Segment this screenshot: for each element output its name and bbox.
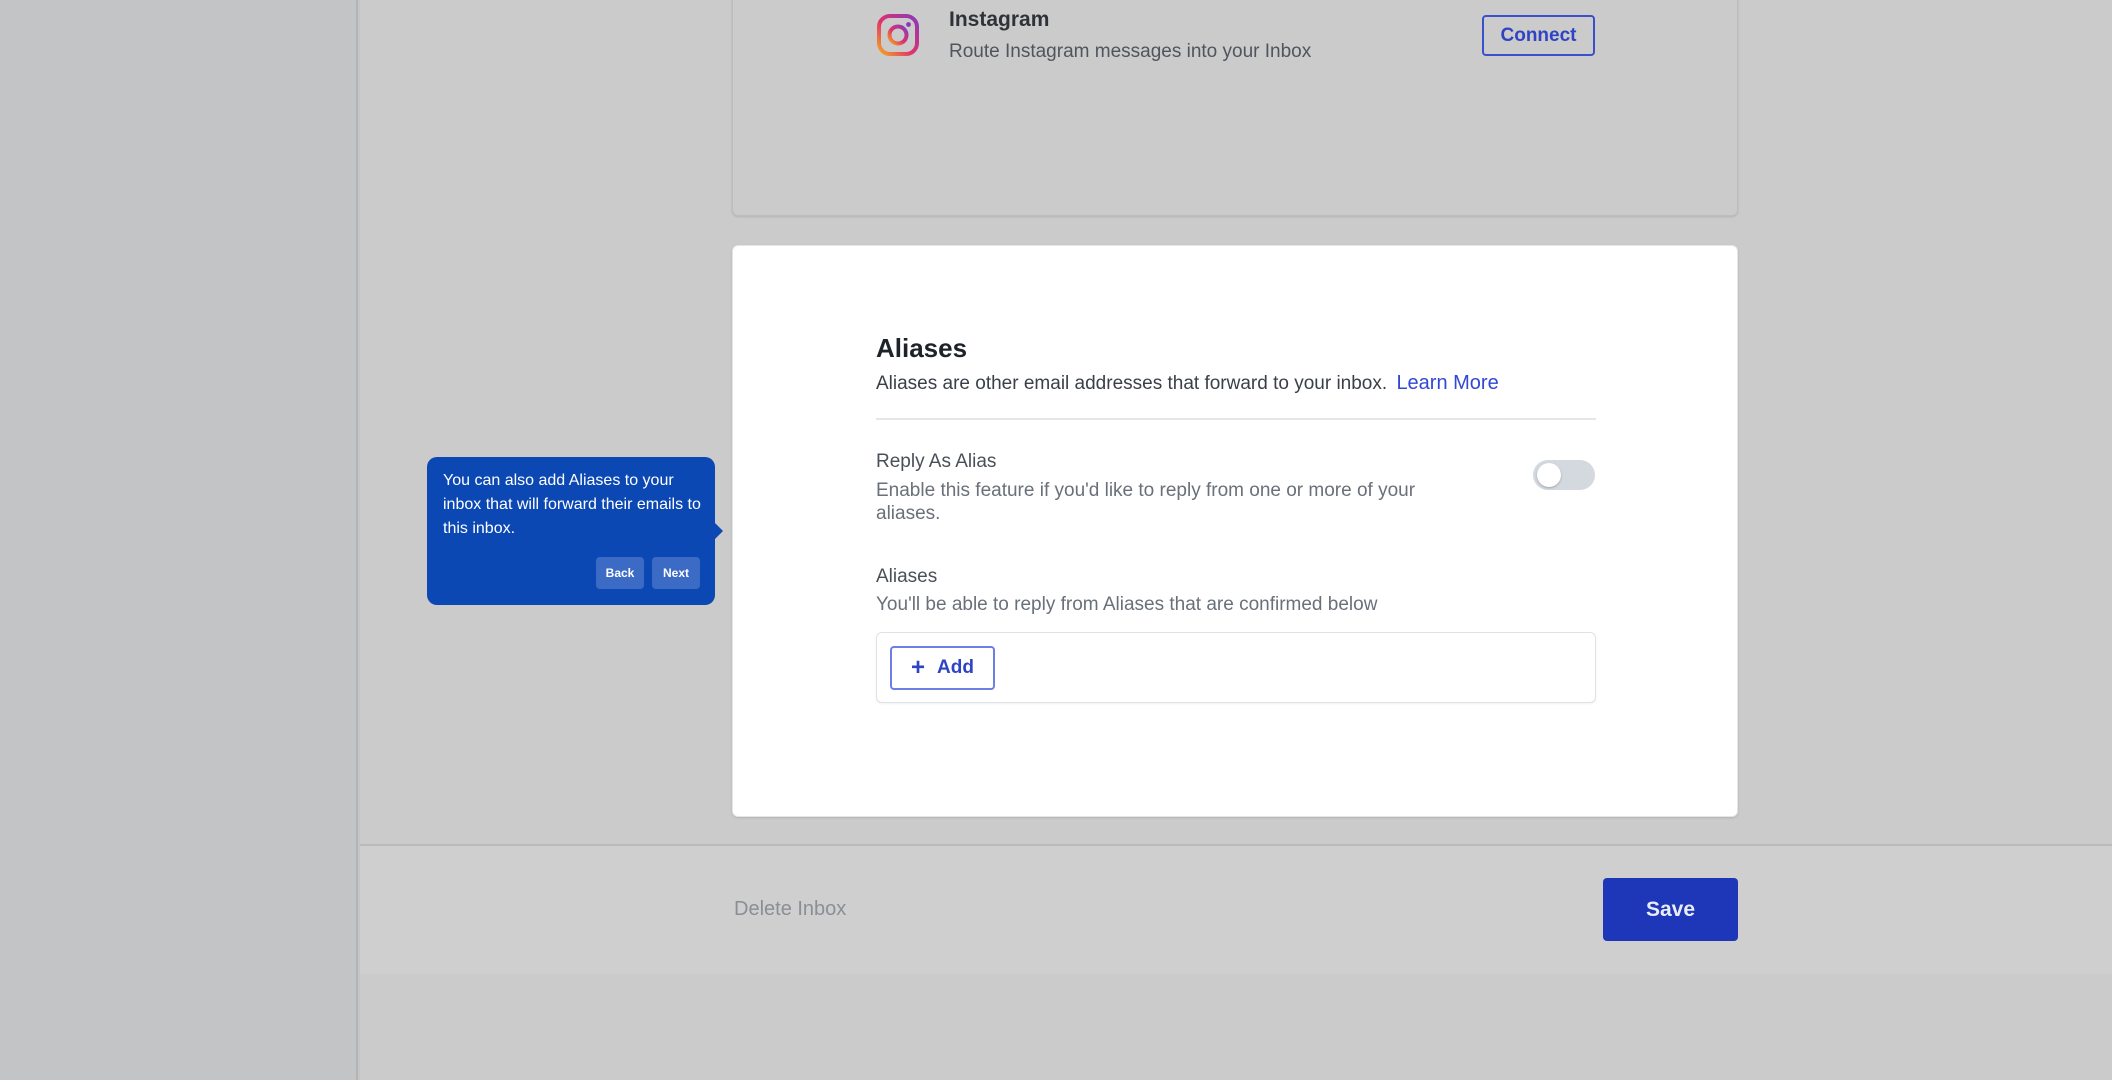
tour-back-button[interactable]: Back	[596, 557, 644, 589]
reply-as-alias-label: Reply As Alias	[876, 451, 997, 472]
aliases-description-text: Aliases are other email addresses that f…	[876, 373, 1388, 394]
aliases-card	[732, 245, 1738, 817]
add-alias-button[interactable]: + Add	[890, 646, 995, 690]
reply-as-alias-help: Enable this feature if you'd like to rep…	[876, 480, 1416, 524]
sidebar	[0, 0, 358, 1080]
instagram-description: Route Instagram messages into your Inbox	[949, 41, 1312, 62]
tour-tooltip: You can also add Aliases to your inbox t…	[427, 457, 715, 605]
connect-instagram-button[interactable]: Connect	[1482, 15, 1595, 56]
plus-icon: +	[911, 654, 926, 681]
delete-inbox-link[interactable]: Delete Inbox	[734, 898, 846, 921]
divider	[876, 418, 1596, 420]
learn-more-link[interactable]: Learn More	[1396, 372, 1498, 394]
instagram-logo-icon	[877, 14, 919, 56]
footer-bar	[360, 846, 2112, 974]
tour-tooltip-text: You can also add Aliases to your inbox t…	[443, 472, 701, 537]
aliases-section-label: Aliases	[876, 566, 938, 587]
aliases-section-help: You'll be able to reply from Aliases tha…	[876, 594, 1378, 615]
reply-as-alias-toggle[interactable]	[1533, 460, 1595, 490]
tooltip-arrow-icon	[715, 523, 723, 539]
toggle-knob	[1537, 463, 1561, 487]
instagram-title: Instagram	[949, 8, 1050, 31]
aliases-description: Aliases are other email addresses that f…	[876, 372, 1499, 395]
tour-next-button[interactable]: Next	[652, 557, 700, 589]
add-alias-label: Add	[937, 657, 974, 678]
aliases-title: Aliases	[876, 333, 968, 363]
save-button[interactable]: Save	[1603, 878, 1738, 941]
